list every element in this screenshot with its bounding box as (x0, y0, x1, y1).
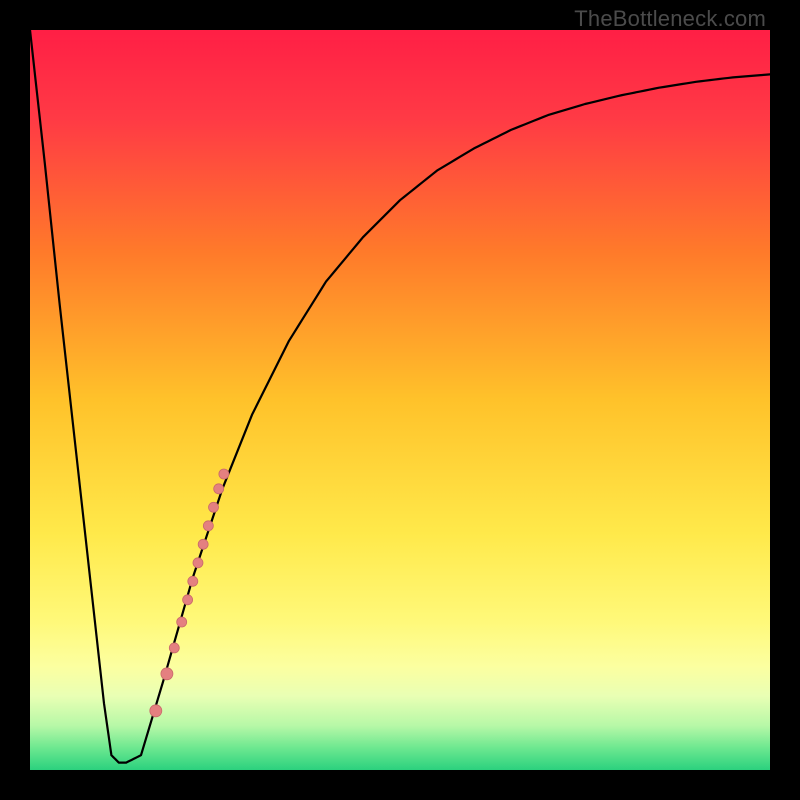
data-dot (193, 558, 203, 568)
data-dot (150, 705, 162, 717)
watermark-label: TheBottleneck.com (574, 6, 766, 32)
data-dot (219, 469, 229, 479)
data-dot (169, 643, 179, 653)
chart-frame: TheBottleneck.com (0, 0, 800, 800)
data-dot (188, 576, 198, 586)
data-dot (209, 502, 219, 512)
data-dot (161, 668, 173, 680)
data-dot (183, 595, 193, 605)
data-dot (177, 617, 187, 627)
data-dot (214, 484, 224, 494)
curve-layer (30, 30, 770, 770)
data-dot (203, 521, 213, 531)
plot-area (30, 30, 770, 770)
data-dot (198, 539, 208, 549)
bottleneck-curve (30, 30, 770, 763)
